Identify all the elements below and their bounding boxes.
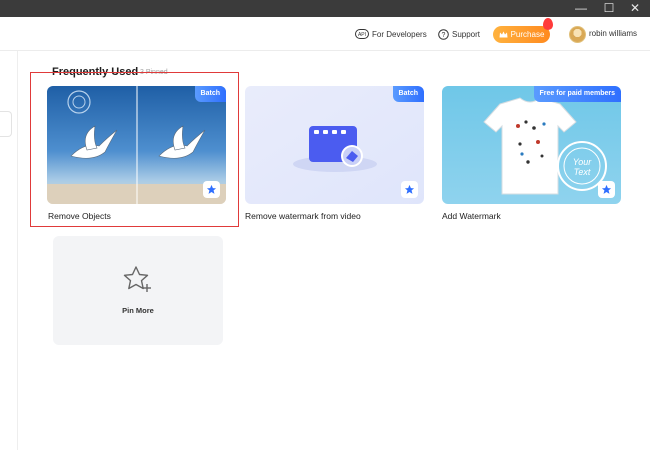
crown-icon [499, 31, 508, 38]
svg-text:API: API [358, 32, 366, 38]
api-icon: API [355, 29, 369, 39]
maximize-button[interactable]: ☐ [598, 0, 620, 17]
pin-button[interactable] [598, 181, 615, 198]
card-label-add-watermark: Add Watermark [442, 211, 501, 221]
app-header: API For Developers ? Support Purchase ro… [0, 17, 650, 51]
svg-text:Text: Text [574, 167, 591, 177]
for-developers-link[interactable]: API For Developers [355, 17, 427, 51]
help-circle-icon: ? [438, 28, 449, 40]
svg-text:Your: Your [573, 157, 593, 167]
username-label[interactable]: robin williams [589, 17, 637, 51]
star-icon [404, 184, 415, 194]
support-link[interactable]: ? Support [438, 17, 480, 51]
star-add-icon [123, 266, 151, 292]
free-for-paid-members-badge: Free for paid members [533, 86, 621, 102]
pin-more-label: Pin More [122, 306, 154, 315]
purchase-label: Purchase [510, 30, 545, 39]
card-remove-watermark-video[interactable]: Batch [245, 86, 424, 204]
window-titlebar: — ☐ ✕ [0, 0, 650, 17]
pin-button[interactable] [401, 181, 418, 198]
sidebar [0, 51, 18, 450]
star-icon [601, 184, 612, 194]
support-label: Support [452, 29, 481, 39]
video-watermark-thumbnail [245, 86, 424, 204]
card-label-remove-watermark-video: Remove watermark from video [245, 211, 361, 221]
minimize-button[interactable]: — [570, 0, 592, 17]
selection-highlight [30, 72, 239, 227]
sidebar-toggle[interactable] [0, 111, 12, 137]
notification-badge [543, 18, 553, 30]
avatar[interactable] [569, 26, 586, 43]
purchase-button[interactable]: Purchase [493, 18, 553, 43]
tshirt-watermark-thumbnail: Your Text [442, 86, 621, 204]
for-developers-label: For Developers [372, 29, 427, 39]
pin-more-button[interactable]: Pin More [53, 236, 223, 345]
batch-badge: Batch [392, 86, 424, 102]
svg-text:?: ? [442, 32, 446, 39]
close-button[interactable]: ✕ [624, 0, 646, 17]
card-add-watermark[interactable]: Your Text Free for paid members [442, 86, 621, 204]
